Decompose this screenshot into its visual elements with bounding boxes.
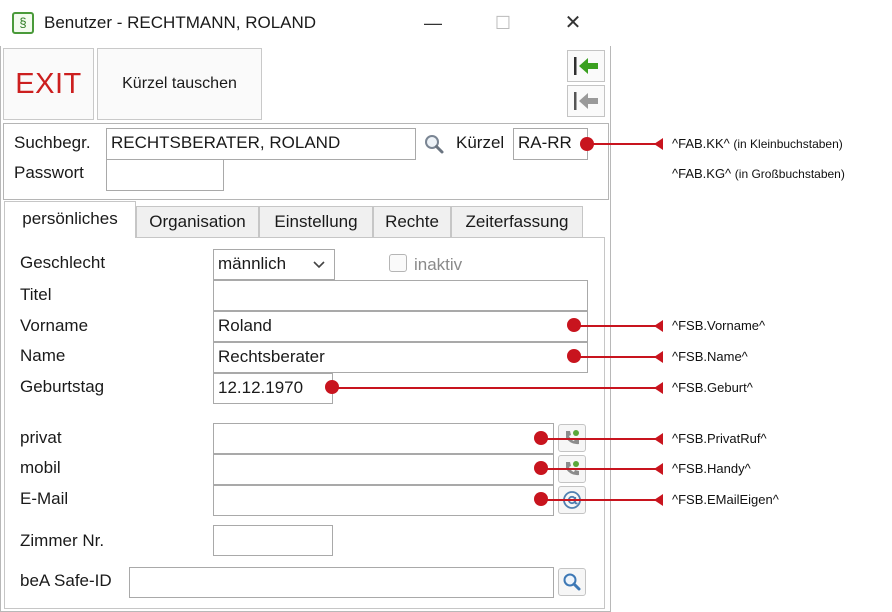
annotation-fsb-privatruf: ^FSB.PrivatRuf^ [672,431,767,446]
app-icon: § [12,12,34,34]
lastname-marker-line [574,356,662,358]
gender-select[interactable]: männlich [213,249,335,280]
title-input[interactable] [213,280,588,311]
tab-zeiterfassung[interactable]: Zeiterfassung [451,206,583,237]
gender-label: Geschlecht [20,253,106,272]
annotation-fab-kg-code: ^FAB.KG^ [672,166,732,181]
annotation-fsb-emaileigen: ^FSB.EMailEigen^ [672,492,779,507]
firstname-input[interactable]: Roland [213,311,588,342]
firstname-label: Vorname [20,316,89,335]
private-phone-input[interactable] [213,423,554,454]
tab-organisation[interactable]: Organisation [136,206,259,237]
nav-previous-button[interactable] [567,85,605,117]
room-input[interactable] [213,525,333,556]
tab-einstellung[interactable]: Einstellung [259,206,373,237]
lastname-label: Name [20,346,66,365]
lastname-input[interactable]: Rechtsberater [213,342,588,373]
kuerzel-marker-arrow [654,138,663,150]
password-label: Passwort [14,163,84,182]
birthday-marker-dot [325,380,339,394]
lastname-marker-dot [567,349,581,363]
exit-button[interactable]: EXIT [3,48,94,120]
mobile-phone-label: mobil [20,458,61,477]
kuerzel-label: Kürzel [456,133,505,152]
search-button[interactable] [420,130,448,158]
birthday-input[interactable]: 12.12.1970 [213,373,333,404]
email-marker-line [541,499,662,501]
annotation-fsb-geburt: ^FSB.Geburt^ [672,380,753,395]
mobile-phone-marker-dot [534,461,548,475]
annotation-fsb-handy: ^FSB.Handy^ [672,461,751,476]
kuerzel-marker-line [587,143,662,145]
swap-kuerzel-label: Kürzel tauschen [122,75,237,92]
email-marker-dot [534,492,548,506]
firstname-marker-dot [567,318,581,332]
window-title: Benutzer - RECHTMANN, ROLAND [44,13,317,32]
firstname-marker-arrow [654,320,663,332]
private-phone-marker-line [541,438,662,440]
search-icon [563,573,581,591]
arrow-to-start-gray-icon [574,92,598,110]
private-phone-marker-arrow [654,433,663,445]
private-phone-label: privat [20,428,62,447]
search-label: Suchbegr. [14,133,91,152]
exit-button-label: EXIT [15,67,82,100]
minimize-button[interactable]: — [418,10,448,36]
kuerzel-marker-dot [580,137,594,151]
mobile-phone-input[interactable] [213,454,554,485]
private-phone-marker-dot [534,431,548,445]
email-marker-arrow [654,494,663,506]
annotation-fab-kk: ^FAB.KK^ (in Kleinbuchstaben) [672,136,843,151]
mobile-phone-marker-line [541,468,662,470]
annotation-fsb-vorname: ^FSB.Vorname^ [672,318,766,333]
inactive-checkbox[interactable] [389,254,407,272]
lastname-marker-arrow [654,351,663,363]
email-label: E-Mail [20,489,69,508]
firstname-marker-line [574,325,662,327]
annotation-fab-kk-code: ^FAB.KK^ [672,136,730,151]
mobile-phone-marker-arrow [654,463,663,475]
birthday-label: Geburtstag [20,377,105,396]
inactive-label: inaktiv [414,255,463,274]
maximize-button[interactable]: ☐ [488,10,518,36]
chevron-down-icon [313,261,325,269]
search-icon [425,135,444,154]
annotation-fsb-name: ^FSB.Name^ [672,349,748,364]
birthday-marker-line [332,387,662,389]
email-input[interactable] [213,485,554,516]
gender-select-value: männlich [218,254,287,273]
annotation-fab-kk-note: (in Kleinbuchstaben) [733,137,843,151]
bea-safe-id-label: beA Safe-ID [20,571,112,590]
tab-rechte[interactable]: Rechte [373,206,451,237]
swap-kuerzel-button[interactable]: Kürzel tauschen [97,48,262,120]
kuerzel-input[interactable]: RA-RR [513,128,588,160]
close-button[interactable]: ✕ [558,10,588,36]
title-label: Titel [20,285,52,304]
bea-search-button[interactable] [558,568,586,596]
bea-safe-id-input[interactable] [129,567,554,598]
tab-persoenliches[interactable]: persönliches [4,201,136,238]
annotation-fab-kg-note: (in Großbuchstaben) [734,167,845,181]
nav-first-button[interactable] [567,50,605,82]
password-input[interactable] [106,159,224,191]
search-input[interactable]: RECHTSBERATER, ROLAND [106,128,416,160]
birthday-marker-arrow [654,382,663,394]
room-label: Zimmer Nr. [20,531,105,550]
annotation-fab-kg: ^FAB.KG^ (in Großbuchstaben) [672,166,845,181]
arrow-to-start-green-icon [574,57,598,75]
